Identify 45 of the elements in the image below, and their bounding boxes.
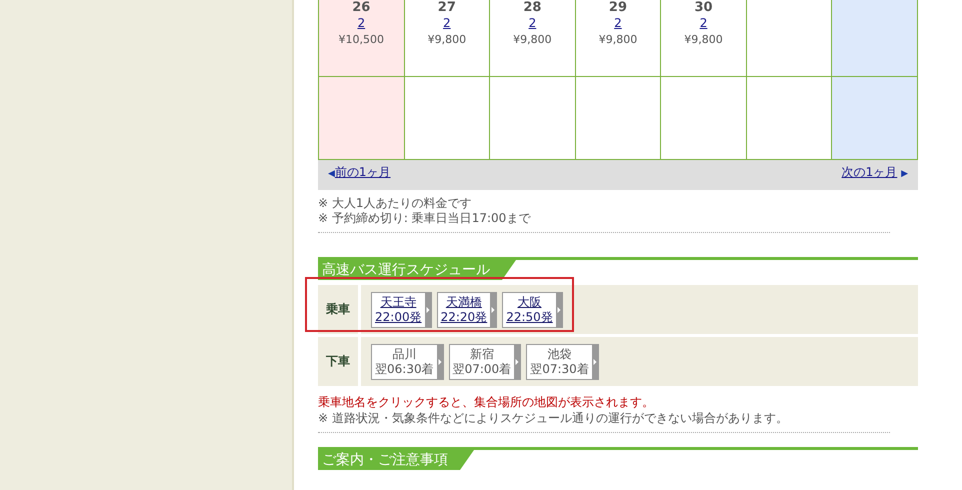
day-number: 27: [436, 1, 457, 15]
arrow-tab-icon: [424, 292, 431, 326]
stop-card[interactable]: 天満橋 22:20発: [436, 292, 498, 328]
fare-price: ¥9,800: [684, 33, 723, 46]
section-title: 高速バス運行スケジュール: [318, 260, 516, 280]
stop-time: 翌07:30着: [530, 362, 589, 376]
note-text: ※ 大人1人あたりの料金です: [318, 196, 473, 211]
fare-price: ¥9,800: [428, 33, 466, 46]
day-number: 26: [351, 1, 372, 15]
day-number: 30: [693, 1, 714, 15]
stop-name-link[interactable]: 天満橋: [446, 294, 482, 310]
section-title: ご案内・ご注意事項: [318, 450, 474, 470]
stop-name: 池袋: [547, 346, 572, 362]
seat-count-link[interactable]: 2: [443, 16, 451, 30]
seat-count-link[interactable]: 2: [700, 16, 708, 30]
note-text: ※ 予約締め切り: 乗車日当日17:00まで: [318, 211, 532, 226]
stop-time: 翌07:00着: [452, 362, 512, 376]
fare-price: ¥9,800: [598, 33, 638, 46]
schedule-note: ※ 道路状況・気象条件などによりスケジュール通りの運行ができない場合があります。: [318, 411, 789, 426]
stop-name-link[interactable]: 天王寺: [380, 294, 416, 310]
right-arrow-icon: ▶: [901, 169, 908, 179]
map-hint-text: 乗車地名をクリックすると、集合場所の地図が表示されます。: [318, 394, 655, 411]
stop-time-link[interactable]: 22:50発: [506, 310, 553, 324]
left-arrow-icon: ◀: [328, 169, 335, 179]
fare-price: ¥10,500: [338, 33, 384, 46]
row-label: 下車: [318, 337, 361, 386]
fare-price: ¥9,800: [513, 33, 552, 46]
prev-month-link[interactable]: 前の1ヶ月: [334, 165, 391, 179]
stop-card[interactable]: 大阪 22:50発: [502, 292, 563, 328]
seat-count-link[interactable]: 2: [357, 16, 366, 30]
day-number: 28: [522, 1, 542, 15]
stop-time-link[interactable]: 22:20発: [440, 310, 488, 324]
stop-name: 新宿: [470, 346, 494, 362]
stop-time: 翌06:30着: [375, 362, 434, 376]
arrow-tab-icon: [490, 292, 496, 326]
stop-card[interactable]: 天王寺 22:00発: [371, 292, 432, 328]
next-month-link[interactable]: 次の1ヶ月: [842, 165, 898, 179]
row-label: 乗車: [318, 285, 361, 334]
seat-count-link[interactable]: 2: [528, 16, 536, 30]
stop-name: 品川: [392, 346, 416, 362]
day-number: 29: [608, 1, 628, 15]
stop-time-link[interactable]: 22:00発: [375, 310, 422, 324]
arrow-tab-icon: [556, 292, 562, 326]
seat-count-link[interactable]: 2: [614, 16, 622, 30]
stop-name-link[interactable]: 大阪: [517, 294, 542, 310]
